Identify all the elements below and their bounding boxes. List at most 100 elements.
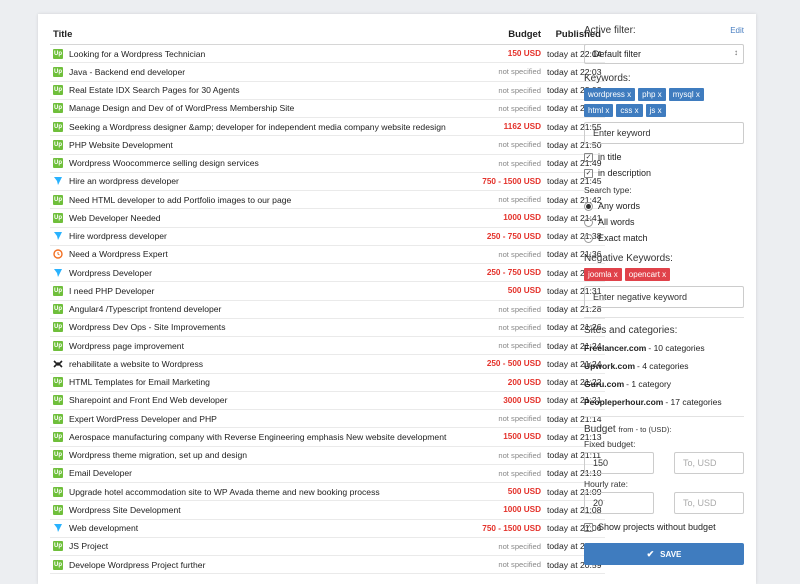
keyword-tag[interactable]: css x <box>616 104 643 117</box>
table-row[interactable]: Up Expert WordPress Developer and PHP not … <box>50 410 605 429</box>
fixed-from-input[interactable]: 150 <box>584 452 654 474</box>
project-title[interactable]: Manage Design and Dev of of WordPress Me… <box>69 103 447 113</box>
project-title[interactable]: Expert WordPress Developer and PHP <box>69 414 447 424</box>
project-title[interactable]: Real Estate IDX Search Pages for 30 Agen… <box>69 85 447 95</box>
fixed-to-input[interactable]: To, USD <box>674 452 744 474</box>
table-row[interactable]: Up Manage Design and Dev of of WordPress … <box>50 100 605 118</box>
project-budget: 750 - 1500 USD <box>482 523 541 533</box>
project-title[interactable]: Develope Wordpress Project further <box>69 560 447 570</box>
project-title[interactable]: Hire wordpress developer <box>69 231 447 241</box>
site-item[interactable]: Peopleperhour.com - 17 categories <box>584 393 744 411</box>
project-title[interactable]: Hire an wordpress developer <box>69 176 447 186</box>
show-without-budget-label: Show projects without budget <box>598 522 716 532</box>
project-title[interactable]: PHP Website Development <box>69 140 447 150</box>
in-description-checkbox[interactable]: ✓ in description <box>584 165 744 181</box>
negative-keyword-tag[interactable]: joomla x <box>584 268 622 281</box>
project-title[interactable]: Aerospace manufacturing company with Rev… <box>69 432 447 442</box>
table-row[interactable]: Up Sharepoint and Front End Web developer… <box>50 392 605 410</box>
table-row[interactable]: Up Develope Wordpress Project further not … <box>50 556 605 575</box>
project-title[interactable]: rehabilitate a website to Wordpress <box>69 359 447 369</box>
keyword-tag[interactable]: php x <box>638 88 666 101</box>
radio-icon <box>584 233 593 243</box>
project-title[interactable]: JS Project <box>69 541 447 551</box>
project-budget: 1000 USD <box>503 505 541 515</box>
freelancer-icon <box>53 268 63 278</box>
site-categories: - 1 category <box>626 379 672 389</box>
filter-select[interactable]: Default filter ↕ <box>584 44 744 64</box>
table-row[interactable]: Up Wordpress Dev Ops - Site Improvements n… <box>50 319 605 337</box>
in-description-label: in description <box>598 168 652 178</box>
upwork-icon: Up <box>53 194 63 205</box>
table-row[interactable]: Hire wordpress developer 250 - 750 USD tod… <box>50 228 605 246</box>
table-row[interactable]: Up HTML Templates for Email Marketing 200 … <box>50 374 605 392</box>
table-row[interactable]: Need a Wordpress Expert not specified toda… <box>50 246 605 264</box>
project-title[interactable]: Web development <box>69 523 447 533</box>
header-title[interactable]: Title <box>50 29 447 40</box>
table-row[interactable]: Web development 750 - 1500 USD today at 21… <box>50 520 605 538</box>
project-title[interactable]: Java - Backend end developer <box>69 67 447 77</box>
radio-all-words[interactable]: All words <box>584 214 744 230</box>
table-row[interactable]: Up Upgrade hotel accommodation site to WP… <box>50 483 605 502</box>
hourly-to-input[interactable]: To, USD <box>674 492 744 514</box>
hourly-from-input[interactable]: 20 <box>584 492 654 514</box>
radio-exact-match[interactable]: Exact match <box>584 230 744 246</box>
project-title[interactable]: Angular4 /Typescript frontend developer <box>69 304 447 314</box>
keyword-tag[interactable]: mysql x <box>668 88 704 101</box>
project-title[interactable]: I need PHP Developer <box>69 286 447 296</box>
project-title[interactable]: Wordpress Developer <box>69 268 447 278</box>
table-row[interactable]: Up Seeking a Wordpress designer &amp; dev… <box>50 118 605 137</box>
project-title[interactable]: Wordpress Dev Ops - Site Improvements <box>69 322 447 332</box>
table-row[interactable]: Up Angular4 /Typescript frontend develope… <box>50 301 605 319</box>
table-row[interactable]: Up Wordpress Site Development 1000 USD toda… <box>50 501 605 520</box>
site-item[interactable]: Upwork.com - 4 categories <box>584 357 744 375</box>
table-row[interactable]: Up Real Estate IDX Search Pages for 30 Ag… <box>50 82 605 100</box>
project-budget: 250 - 750 USD <box>486 268 541 278</box>
table-row[interactable]: Wordpress Developer 250 - 750 USD today at… <box>50 264 605 283</box>
table-row[interactable]: Up JS Project not specified today at 21:00 <box>50 538 605 556</box>
negative-keyword-input[interactable]: Enter negative keyword <box>584 286 744 308</box>
table-row[interactable]: Up Looking for a Wordpress Technician 150 … <box>50 45 605 64</box>
keyword-tag[interactable]: wordpress x <box>584 88 636 101</box>
site-item[interactable]: Freelancer.com - 10 categories <box>584 339 744 357</box>
project-title[interactable]: Web Developer Needed <box>69 213 447 223</box>
project-title[interactable]: Sharepoint and Front End Web developer <box>69 395 447 405</box>
project-title[interactable]: Need HTML developer to add Portfolio ima… <box>69 195 447 205</box>
keyword-tag[interactable]: js x <box>645 104 666 117</box>
project-title[interactable]: Seeking a Wordpress designer &amp; devel… <box>69 122 447 132</box>
site-item[interactable]: Guru.com - 1 category <box>584 375 744 393</box>
table-row[interactable]: Hire an wordpress developer 750 - 1500 US… <box>50 173 605 191</box>
edit-filter-link[interactable]: Edit <box>730 26 744 35</box>
project-title[interactable]: Email Developer <box>69 468 447 478</box>
freelancer-icon <box>53 176 63 186</box>
table-row[interactable]: Up Web Developer Needed 1000 USD today at 2… <box>50 209 605 228</box>
table-row[interactable]: Up PHP Website Development not specified to… <box>50 136 605 155</box>
table-row[interactable]: Up Email Developer not specified today at 2… <box>50 465 605 483</box>
negative-keyword-tag[interactable]: opencart x <box>624 268 671 281</box>
table-row[interactable]: Up Wordpress theme migration, set up and … <box>50 447 605 465</box>
in-title-checkbox[interactable]: ✓ in title <box>584 149 744 165</box>
upwork-icon: Up <box>53 413 63 424</box>
project-title[interactable]: Need a Wordpress Expert <box>69 249 447 259</box>
table-row[interactable]: rehabilitate a website to Wordpress 250 -… <box>50 355 605 374</box>
project-title[interactable]: Upgrade hotel accommodation site to WP A… <box>69 487 447 497</box>
radio-any-words[interactable]: Any words <box>584 198 744 214</box>
table-row[interactable]: Up Need HTML developer to add Portfolio i… <box>50 191 605 210</box>
keyword-tag[interactable]: html x <box>584 104 614 117</box>
project-title[interactable]: Wordpress page improvement <box>69 341 447 351</box>
keyword-input[interactable]: Enter keyword <box>584 122 744 144</box>
save-button[interactable]: ✔ SAVE <box>584 543 744 565</box>
project-title[interactable]: Wordpress Woocommerce selling design ser… <box>69 158 447 168</box>
header-budget[interactable]: Budget <box>447 29 547 40</box>
project-title[interactable]: HTML Templates for Email Marketing <box>69 377 447 387</box>
show-without-budget-checkbox[interactable]: ✓ Show projects without budget <box>584 519 744 535</box>
project-title[interactable]: Wordpress Site Development <box>69 505 447 515</box>
project-title[interactable]: Looking for a Wordpress Technician <box>69 49 447 59</box>
table-row[interactable]: Up Wordpress page improvement not specifie… <box>50 337 605 356</box>
project-title[interactable]: Wordpress theme migration, set up and de… <box>69 450 447 460</box>
freelancer-icon <box>53 231 63 241</box>
table-row[interactable]: Up Aerospace manufacturing company with R… <box>50 428 605 447</box>
table-row[interactable]: Up Java - Backend end developer not specif… <box>50 63 605 82</box>
table-row[interactable]: Up Wordpress Woocommerce selling design s… <box>50 155 605 173</box>
table-row[interactable]: Up I need PHP Developer 500 USD today at 21… <box>50 282 605 301</box>
project-budget: 500 USD <box>507 487 541 497</box>
